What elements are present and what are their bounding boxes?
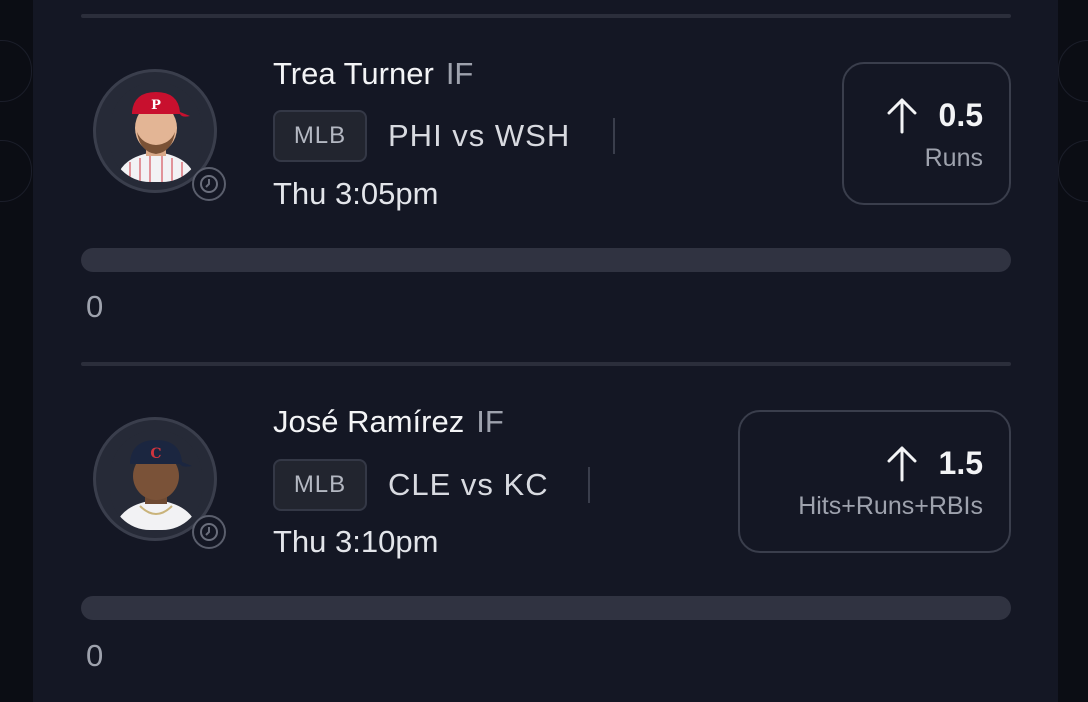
player-name-row: Trea Turner IF — [273, 56, 473, 92]
progress-bar — [81, 248, 1011, 272]
clock-icon — [192, 515, 226, 549]
player-position: IF — [476, 404, 504, 439]
clock-icon — [192, 167, 226, 201]
stat-type: Runs — [924, 144, 983, 172]
background-decoration — [0, 140, 32, 202]
player-name: Trea Turner — [273, 56, 434, 91]
game-time: Thu 3:05pm — [273, 176, 439, 211]
separator — [588, 467, 590, 503]
league-badge: MLB — [273, 459, 367, 511]
projection-card[interactable]: 1.5 Hits+Runs+RBIs — [738, 410, 1011, 553]
divider — [81, 14, 1011, 18]
background-decoration — [1058, 140, 1088, 202]
svg-text:C: C — [150, 446, 161, 462]
player-photo: C — [110, 430, 202, 530]
player-photo: P — [110, 82, 202, 182]
background-decoration — [0, 40, 32, 102]
progress-value: 0 — [86, 289, 104, 324]
game-time: Thu 3:10pm — [273, 524, 439, 559]
svg-text:P: P — [151, 98, 161, 113]
matchup: PHI vs WSH — [388, 118, 571, 153]
stat-type: Hits+Runs+RBIs — [798, 492, 983, 520]
line-value: 0.5 — [938, 96, 983, 133]
progress-value: 0 — [86, 638, 104, 673]
league-badge: MLB — [273, 110, 367, 162]
arrow-up-icon — [887, 98, 917, 134]
player-position: IF — [445, 56, 474, 91]
player-name-row: José Ramírez IF — [273, 404, 504, 440]
line-value: 1.5 — [938, 444, 983, 481]
divider — [81, 362, 1011, 366]
player-name: José Ramírez — [273, 404, 465, 439]
background-decoration — [1058, 40, 1088, 102]
matchup: CLE vs KC — [388, 467, 549, 502]
separator — [613, 118, 615, 154]
projection-card[interactable]: 0.5 Runs — [842, 62, 1011, 205]
arrow-up-icon — [887, 446, 917, 482]
progress-bar — [81, 596, 1011, 620]
